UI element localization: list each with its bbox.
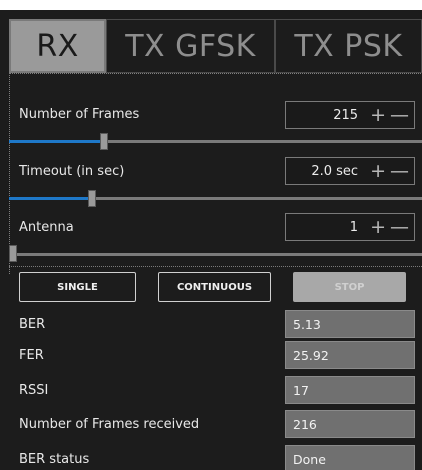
timeout-label: Timeout (in sec) — [19, 164, 125, 179]
frames-received-field[interactable]: 216 — [285, 410, 415, 438]
antenna-slider[interactable] — [9, 253, 422, 256]
fer-field[interactable]: 25.92 — [285, 341, 415, 369]
tab-tx-gfsk[interactable]: TX GFSK — [106, 19, 275, 73]
frames-slider-thumb[interactable] — [100, 133, 108, 150]
top-strip — [0, 0, 422, 10]
ber-field[interactable]: 5.13 — [285, 310, 415, 338]
antenna-slider-thumb[interactable] — [9, 245, 17, 262]
tab-rx[interactable]: RX — [9, 19, 107, 73]
plus-icon[interactable]: + — [370, 105, 386, 125]
ber-status-label: BER status — [19, 452, 90, 467]
minus-icon[interactable]: — — [390, 217, 409, 237]
rx-panel: RX TX GFSK TX PSK Number of Frames 215 +… — [0, 0, 422, 470]
frames-slider[interactable] — [9, 140, 422, 143]
frames-slider-fill — [9, 140, 104, 143]
rssi-label: RSSI — [19, 383, 49, 398]
timeout-slider[interactable] — [9, 197, 422, 200]
fer-label: FER — [19, 348, 44, 363]
minus-icon[interactable]: — — [390, 105, 409, 125]
frames-received-label: Number of Frames received — [19, 417, 200, 432]
plus-icon[interactable]: + — [370, 217, 386, 237]
plus-icon[interactable]: + — [370, 161, 386, 181]
timeout-slider-fill — [9, 197, 92, 200]
frames-stepper[interactable]: 215 + — — [285, 101, 415, 129]
section-divider — [9, 266, 422, 268]
rssi-field[interactable]: 17 — [285, 376, 415, 404]
timeout-slider-thumb[interactable] — [88, 190, 96, 207]
continuous-button[interactable]: CONTINUOUS — [158, 272, 271, 302]
single-button[interactable]: SINGLE — [19, 272, 136, 302]
antenna-value[interactable]: 1 — [350, 220, 358, 235]
frames-label: Number of Frames — [19, 107, 140, 122]
antenna-stepper[interactable]: 1 + — — [285, 213, 415, 241]
timeout-value[interactable]: 2.0 sec — [311, 164, 358, 179]
ber-label: BER — [19, 317, 46, 332]
stop-button[interactable]: STOP — [293, 272, 406, 302]
ber-status-field[interactable]: Done — [285, 445, 415, 470]
antenna-label: Antenna — [19, 220, 74, 235]
frames-value[interactable]: 215 — [333, 108, 358, 123]
minus-icon[interactable]: — — [390, 161, 409, 181]
tab-bar: RX TX GFSK TX PSK — [9, 19, 422, 73]
timeout-stepper[interactable]: 2.0 sec + — — [285, 157, 415, 185]
tab-tx-psk[interactable]: TX PSK — [274, 19, 422, 73]
